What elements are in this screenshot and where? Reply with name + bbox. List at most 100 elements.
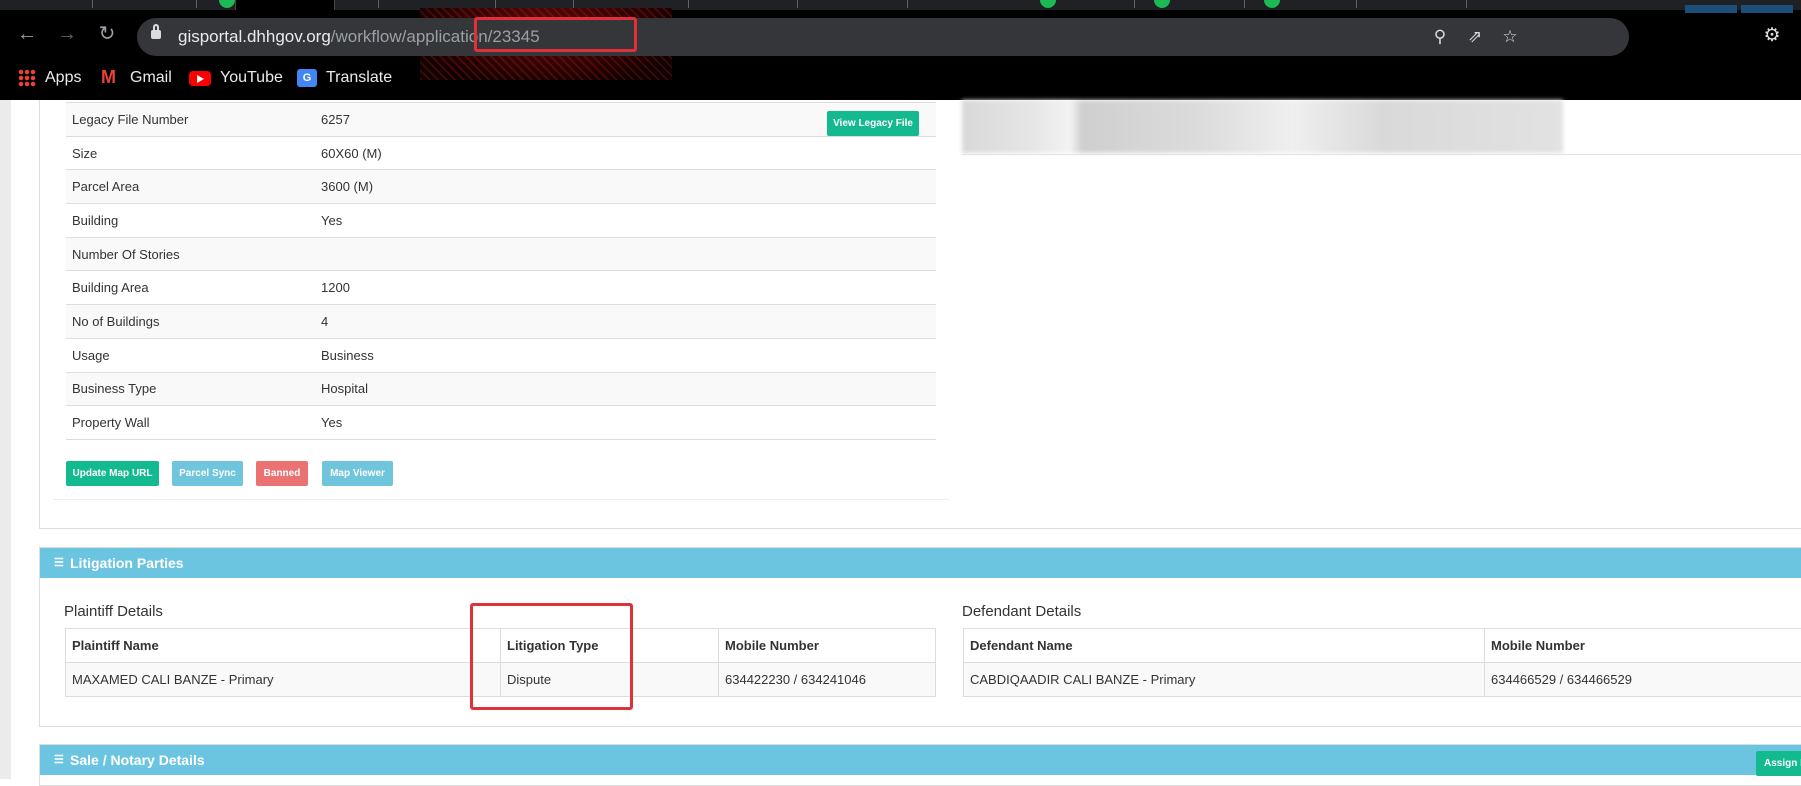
property-row: Size60X60 (M) bbox=[66, 136, 936, 170]
gmail-icon bbox=[101, 71, 121, 86]
tab-divider bbox=[378, 0, 379, 8]
view-legacy-file-button[interactable]: View Legacy File bbox=[827, 111, 919, 136]
blurred-map-image bbox=[962, 100, 1563, 153]
bookmark-apps[interactable]: Apps bbox=[18, 67, 81, 89]
back-arrow-icon[interactable]: ← bbox=[13, 20, 41, 48]
tab-strip bbox=[0, 0, 1801, 10]
divider bbox=[53, 499, 949, 500]
assign-button[interactable]: Assign N bbox=[1756, 751, 1801, 776]
sale-notary-header[interactable]: ☰ Sale / Notary Details bbox=[40, 745, 1801, 775]
bookmark-label: Translate bbox=[326, 69, 392, 87]
property-value: 60X60 (M) bbox=[315, 136, 936, 170]
property-details-table: Legacy File Number6257Size60X60 (M)Parce… bbox=[66, 102, 936, 440]
tab-divider bbox=[688, 0, 689, 8]
tab-favicon-icon[interactable] bbox=[219, 0, 235, 8]
col-plaintiff-name: Plaintiff Name bbox=[66, 629, 501, 663]
property-label: Business Type bbox=[66, 372, 315, 406]
property-row: No of Buildings4 bbox=[66, 305, 936, 339]
bookmark-label: Gmail bbox=[130, 69, 172, 87]
update-map-url-button[interactable]: Update Map URL bbox=[66, 461, 159, 486]
extensions-puzzle-icon[interactable]: ⚙ bbox=[1758, 22, 1786, 50]
google-translate-icon: G bbox=[297, 69, 317, 87]
defendant-details-heading: Defendant Details bbox=[962, 603, 1081, 620]
pinned-tabs[interactable] bbox=[1681, 0, 1801, 8]
divider bbox=[962, 154, 1801, 155]
panel-title: Sale / Notary Details bbox=[70, 752, 205, 768]
property-label: Building bbox=[66, 204, 315, 238]
map-viewer-button[interactable]: Map Viewer bbox=[322, 461, 393, 486]
address-bar[interactable]: gisportal.dhhgov.org/workflow/applicatio… bbox=[137, 18, 1629, 56]
mobile-number-cell: 634422230 / 634241046 bbox=[719, 663, 936, 697]
property-value: Yes bbox=[315, 204, 936, 238]
property-value: Hospital bbox=[315, 372, 936, 406]
property-value: 4 bbox=[315, 305, 936, 339]
property-label: Building Area bbox=[66, 271, 315, 305]
tab-divider bbox=[1134, 0, 1135, 8]
defendant-name-cell: CABDIQAADIR CALI BANZE - Primary bbox=[964, 663, 1485, 697]
property-label: Property Wall bbox=[66, 406, 315, 440]
tab-favicon-icon[interactable] bbox=[1264, 0, 1280, 8]
browser-chrome: ← → ↻ gisportal.dhhgov.org/workflow/appl… bbox=[0, 0, 1801, 100]
banned-button[interactable]: Banned bbox=[256, 461, 308, 486]
col-mobile-number: Mobile Number bbox=[719, 629, 936, 663]
property-label: Usage bbox=[66, 338, 315, 372]
tab-divider bbox=[1244, 0, 1245, 8]
col-defendant-name: Defendant Name bbox=[964, 629, 1485, 663]
parcel-sync-button[interactable]: Parcel Sync bbox=[172, 461, 243, 486]
property-value bbox=[315, 237, 936, 271]
tab-divider bbox=[92, 0, 93, 8]
url-highlight-box bbox=[474, 17, 637, 52]
tab-divider bbox=[495, 0, 496, 8]
reload-icon[interactable]: ↻ bbox=[93, 20, 121, 48]
tab-divider bbox=[1466, 0, 1467, 8]
property-row: Property WallYes bbox=[66, 406, 936, 440]
lock-icon[interactable] bbox=[151, 30, 161, 39]
plaintiff-details-heading: Plaintiff Details bbox=[64, 603, 163, 620]
tab-favicon-icon[interactable] bbox=[1154, 0, 1170, 8]
sale-notary-panel: ☰ Sale / Notary Details bbox=[39, 744, 1801, 786]
defendant-table: Defendant Name Mobile Number CABDIQAADIR… bbox=[963, 628, 1801, 697]
tab-divider bbox=[797, 0, 798, 8]
property-row: Parcel Area3600 (M) bbox=[66, 170, 936, 204]
youtube-icon bbox=[189, 71, 211, 86]
property-row: Number Of Stories bbox=[66, 237, 936, 271]
page-content: Legacy File Number6257Size60X60 (M)Parce… bbox=[0, 100, 1801, 779]
plaintiff-name-cell: MAXAMED CALI BANZE - Primary bbox=[66, 663, 501, 697]
forward-arrow-icon[interactable]: → bbox=[53, 20, 81, 48]
panel-title: Litigation Parties bbox=[70, 555, 184, 571]
tab-favicon-icon[interactable] bbox=[1040, 0, 1056, 8]
property-row: UsageBusiness bbox=[66, 338, 936, 372]
list-icon: ☰ bbox=[54, 753, 64, 766]
bookmark-star-icon[interactable]: ☆ bbox=[1497, 24, 1523, 50]
share-icon[interactable]: ⇗ bbox=[1462, 24, 1488, 50]
list-icon: ☰ bbox=[54, 556, 64, 569]
property-label: Parcel Area bbox=[66, 170, 315, 204]
property-value: 3600 (M) bbox=[315, 170, 936, 204]
active-tab[interactable] bbox=[235, 0, 335, 10]
tab-divider bbox=[196, 0, 197, 8]
zoom-icon[interactable]: ⚲ bbox=[1427, 24, 1453, 50]
property-value: Yes bbox=[315, 406, 936, 440]
table-row: CABDIQAADIR CALI BANZE - Primary 6344665… bbox=[964, 663, 1801, 697]
bookmark-translate[interactable]: G Translate bbox=[297, 67, 392, 89]
property-row: BuildingYes bbox=[66, 204, 936, 238]
left-sidebar-edge bbox=[0, 100, 11, 779]
mobile-number-cell: 634466529 / 634466529 bbox=[1485, 663, 1801, 697]
tab-divider bbox=[1356, 0, 1357, 8]
property-row: Legacy File Number6257 bbox=[66, 103, 936, 137]
property-label: Number Of Stories bbox=[66, 237, 315, 271]
bookmark-youtube[interactable]: YouTube bbox=[189, 67, 283, 89]
property-label: Legacy File Number bbox=[66, 103, 315, 137]
url-host: gisportal.dhhgov.org bbox=[178, 27, 331, 46]
bookmark-label: YouTube bbox=[220, 69, 283, 87]
property-label: No of Buildings bbox=[66, 305, 315, 339]
bookmark-label: Apps bbox=[45, 69, 81, 87]
property-row: Building Area1200 bbox=[66, 271, 936, 305]
bookmarks-bar: Apps Gmail YouTube G Translate bbox=[0, 63, 1801, 93]
litigation-parties-header[interactable]: ☰ Litigation Parties bbox=[40, 548, 1801, 578]
bookmark-gmail[interactable]: Gmail bbox=[101, 67, 172, 89]
litigation-type-highlight-box bbox=[470, 603, 633, 710]
col-mobile-number: Mobile Number bbox=[1485, 629, 1801, 663]
property-label: Size bbox=[66, 136, 315, 170]
property-row: Business TypeHospital bbox=[66, 372, 936, 406]
